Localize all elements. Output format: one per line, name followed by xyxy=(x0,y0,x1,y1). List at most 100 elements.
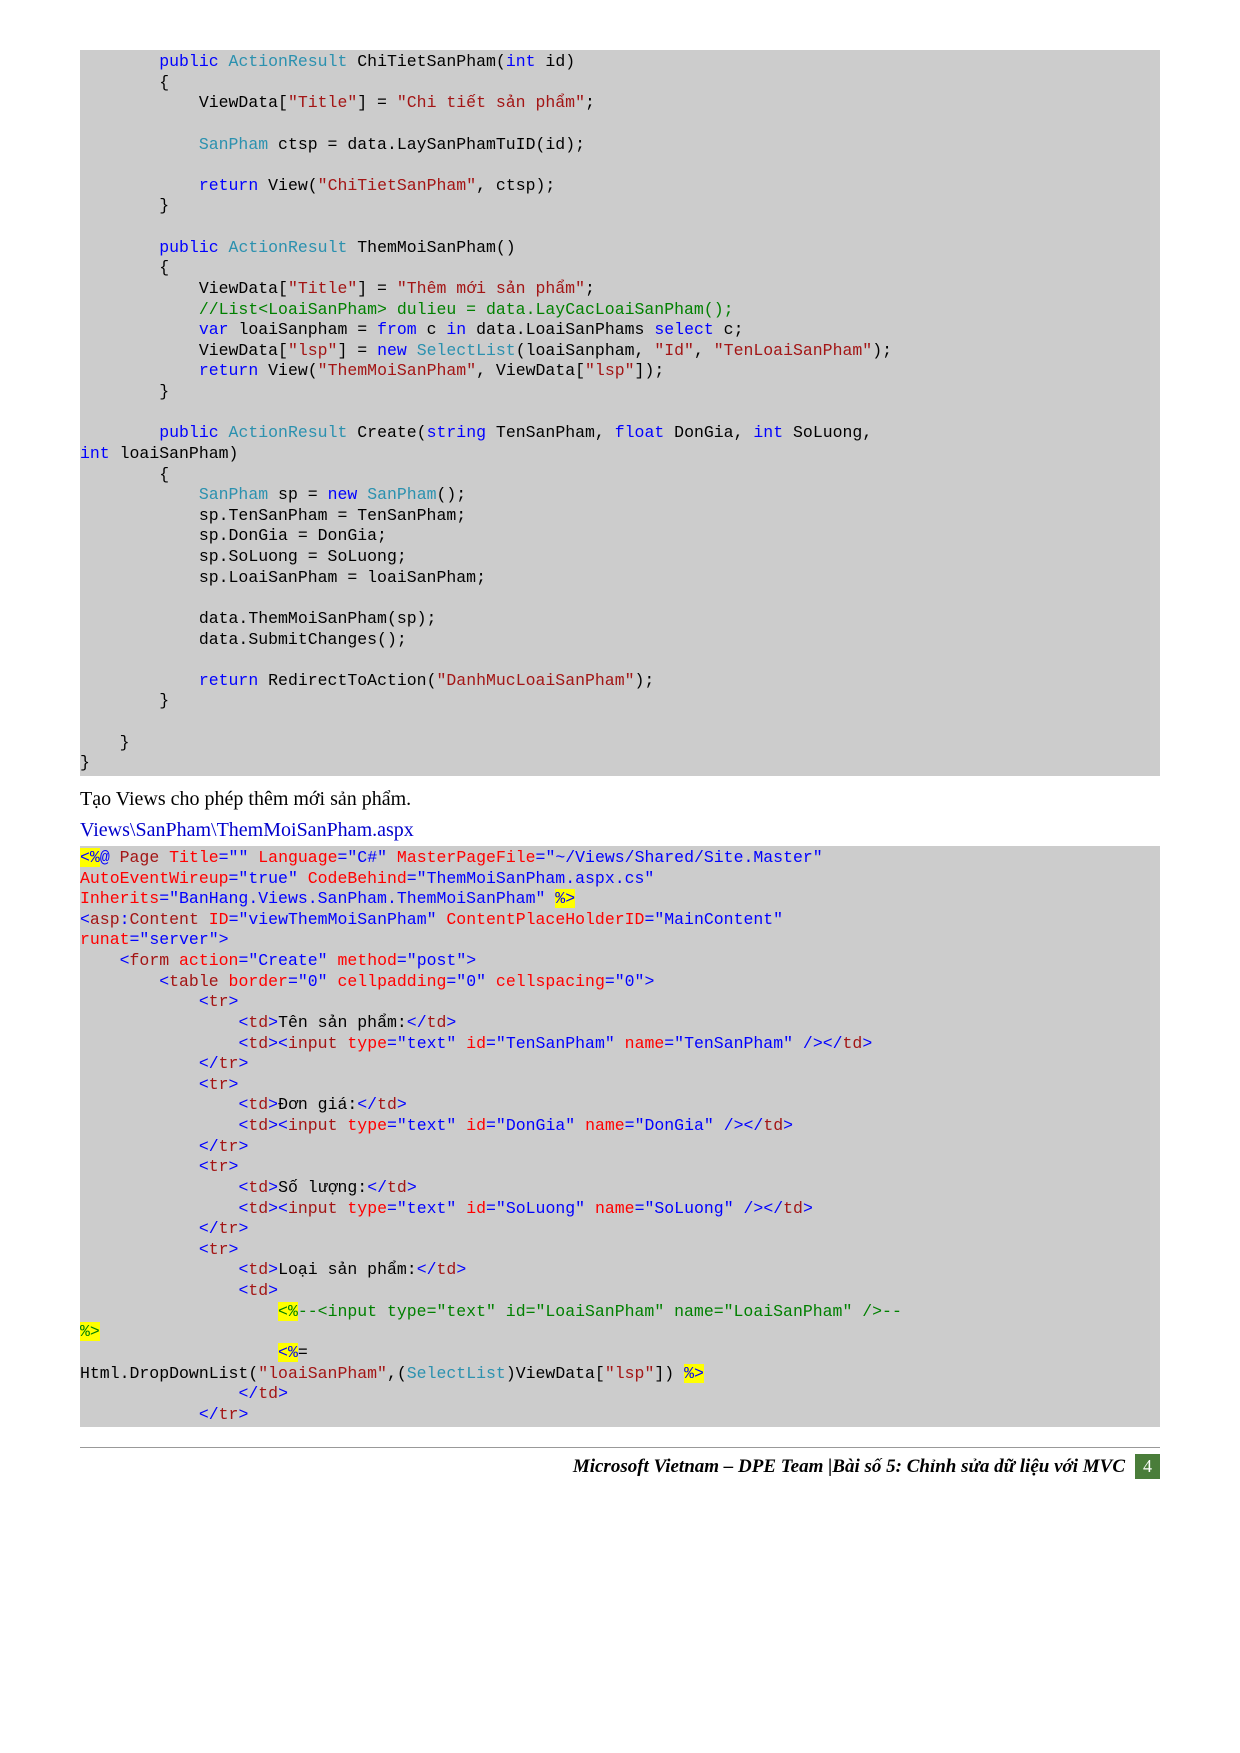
code-text: (loaiSanpham, xyxy=(516,341,655,360)
string: "ChiTietSanPham" xyxy=(318,176,476,195)
attr-val: ="server"> xyxy=(130,930,229,949)
keyword: in xyxy=(446,320,466,339)
code-text: { xyxy=(80,73,169,92)
attr: type xyxy=(347,1116,387,1135)
body-paragraph: Tạo Views cho phép thêm mới sản phẩm. xyxy=(80,788,1160,811)
tag: tr xyxy=(209,1157,229,1176)
string: "Title" xyxy=(288,93,357,112)
code-text xyxy=(437,910,447,929)
tag-close: /></ xyxy=(803,1034,843,1053)
code-text: } xyxy=(80,733,130,752)
code-text: DonGia, xyxy=(664,423,753,442)
tag-close: > xyxy=(268,1013,278,1032)
tag-close: > xyxy=(278,1384,288,1403)
keyword: int xyxy=(80,444,110,463)
attr: cellspacing xyxy=(496,972,605,991)
page-footer: Microsoft Vietnam – DPE Team |Bài số 5: … xyxy=(80,1447,1160,1479)
code-text: data.SubmitChanges(); xyxy=(80,630,407,649)
asp-delim: <% xyxy=(80,848,100,867)
code-text xyxy=(387,848,397,867)
code-text: SoLuong, xyxy=(783,423,882,442)
tag-open: < xyxy=(238,1095,248,1114)
tag-close: > xyxy=(446,1013,456,1032)
keyword: public xyxy=(159,423,218,442)
asp-delim: %> xyxy=(555,889,575,908)
code-text xyxy=(80,135,199,154)
string: "lsp" xyxy=(288,341,338,360)
tag-close: > xyxy=(456,1260,466,1279)
code-text: View( xyxy=(258,176,317,195)
tag: td xyxy=(248,1013,268,1032)
code-text xyxy=(337,1034,347,1053)
code-text xyxy=(337,1199,347,1218)
tag-close: >< xyxy=(268,1199,288,1218)
tag: td xyxy=(843,1034,863,1053)
tag-close: > xyxy=(229,1157,239,1176)
string: "ThemMoiSanPham" xyxy=(318,361,476,380)
tag: input xyxy=(288,1034,338,1053)
tag-open: </ xyxy=(417,1260,437,1279)
type: SanPham xyxy=(199,485,268,504)
code-text xyxy=(80,485,199,504)
tag-open: </ xyxy=(367,1178,387,1197)
code-text xyxy=(80,1075,199,1094)
code-text xyxy=(456,1199,466,1218)
code-text: { xyxy=(80,258,169,277)
string: "Chi tiết sản phẩm" xyxy=(397,93,585,112)
code-text: , ViewData[ xyxy=(476,361,585,380)
tag: input xyxy=(288,1199,338,1218)
code-text xyxy=(80,1034,238,1053)
code-text: ] = xyxy=(337,341,377,360)
tag: td xyxy=(248,1281,268,1300)
attr: MasterPageFile xyxy=(397,848,536,867)
attr-val: ="~/Views/Shared/Site.Master" xyxy=(536,848,823,867)
string: "TenLoaiSanPham" xyxy=(714,341,872,360)
tag: : xyxy=(120,910,130,929)
string: "Thêm mới sản phẩm" xyxy=(397,279,585,298)
attr-val: ="C#" xyxy=(338,848,388,867)
attr-val: ="ThemMoiSanPham.aspx.cs" xyxy=(407,869,655,888)
code-text xyxy=(80,1260,238,1279)
tag-open: </ xyxy=(357,1095,377,1114)
code-text: ViewData[ xyxy=(80,341,288,360)
type: SanPham xyxy=(367,485,436,504)
attr: runat xyxy=(80,930,130,949)
code-text: loaiSanpham = xyxy=(229,320,378,339)
code-text: ); xyxy=(872,341,892,360)
tag: td xyxy=(248,1095,268,1114)
attr: id xyxy=(466,1034,486,1053)
code-text xyxy=(80,320,199,339)
attr: Language xyxy=(258,848,337,867)
code-text xyxy=(545,889,555,908)
code-text: )ViewData[ xyxy=(506,1364,605,1383)
code-text xyxy=(407,341,417,360)
tag-open: < xyxy=(80,910,90,929)
tag-close: > xyxy=(238,1137,248,1156)
attr-val: ="0" xyxy=(288,972,328,991)
tag: td xyxy=(387,1178,407,1197)
tag-open: </ xyxy=(199,1054,219,1073)
comment: --<input type="text" id="LoaiSanPham" na… xyxy=(298,1302,902,1321)
string: "lsp" xyxy=(585,361,635,380)
string: "DanhMucLoaiSanPham" xyxy=(436,671,634,690)
type: SelectList xyxy=(407,1364,506,1383)
code-text: sp.LoaiSanPham = loaiSanPham; xyxy=(80,568,486,587)
tag: td xyxy=(248,1260,268,1279)
attr-val: ="true" xyxy=(229,869,298,888)
tag-open: < xyxy=(238,1034,248,1053)
code-text xyxy=(80,1384,238,1403)
html-text: Tên sản phẩm: xyxy=(278,1013,407,1032)
tag-close: > xyxy=(407,1178,417,1197)
attr-val: ="viewThemMoiSanPham" xyxy=(229,910,437,929)
attr-val: ="post"> xyxy=(397,951,476,970)
code-text xyxy=(80,1219,199,1238)
code-text xyxy=(80,238,159,257)
tag: tr xyxy=(209,992,229,1011)
attr: cellpadding xyxy=(337,972,446,991)
comment: //List<LoaiSanPham> dulieu = data.LayCac… xyxy=(199,300,734,319)
attr-val: ="text" xyxy=(387,1034,456,1053)
tag-open: < xyxy=(199,1157,209,1176)
code-text xyxy=(159,848,169,867)
code-text: ]); xyxy=(635,361,665,380)
keyword: int xyxy=(753,423,783,442)
